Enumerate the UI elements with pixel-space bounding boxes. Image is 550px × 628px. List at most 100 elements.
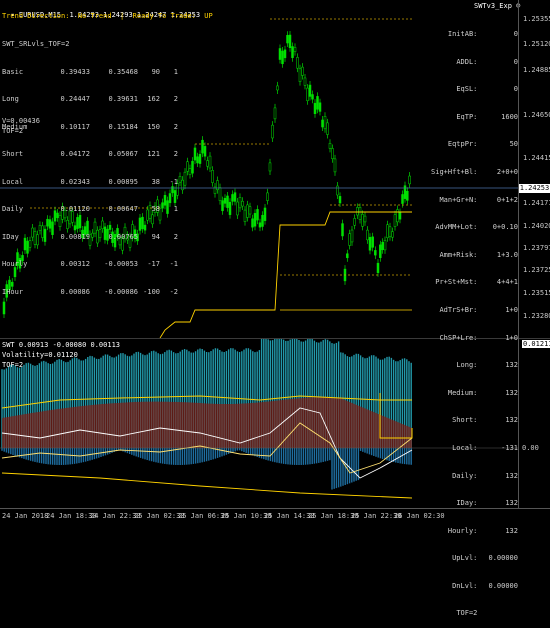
table-row: Daily 0.01120 0.00647 58 1 — [2, 205, 178, 213]
candle-body — [243, 209, 247, 222]
candle-body — [363, 215, 367, 223]
candle-body — [346, 253, 349, 259]
candle-body — [253, 213, 257, 227]
time-tick-label: 26 Jan 02:30 — [394, 512, 445, 520]
candle-body — [246, 204, 249, 218]
indicator-axis[interactable] — [518, 338, 550, 508]
srlvls-table: SWT_SRLvls_TOF=2 Basic 0.39433 0.35468 90 1 … — [2, 22, 178, 306]
panel-row: EqSL: 0 — [456, 85, 518, 94]
indicator-max-label: 0.01211 — [522, 340, 550, 348]
panel-row: Long: 132 — [456, 361, 518, 370]
panel-row: TOF=2 — [456, 609, 478, 618]
candle-body — [336, 185, 339, 196]
panel-row: Amm+Risk: 1+3.0 — [439, 250, 518, 259]
candle-body — [233, 192, 237, 202]
candle-body — [218, 187, 222, 201]
candle-body — [231, 194, 234, 202]
candle-body — [361, 214, 364, 227]
candle-body — [238, 197, 242, 209]
time-axis[interactable]: 24 Jan 2018 24 Jan 18:30 24 Jan 22:30 25… — [0, 508, 550, 524]
panel-row: Hourly: 132 — [447, 526, 518, 535]
panel-row: ADDL: 0 — [456, 57, 518, 66]
candle-body — [178, 176, 182, 183]
price-tick-label: 1.25355 — [523, 15, 550, 23]
srlvls-title: SWT_SRLvls_TOF=2 — [2, 40, 70, 48]
indicator-histogram — [1, 338, 412, 490]
panel-row: ChSP+Lre: 1+0 — [439, 333, 518, 342]
candle-body — [313, 102, 317, 114]
candle-body — [341, 223, 344, 237]
candle-body — [183, 171, 187, 186]
price-tick-label: 1.24171 — [523, 199, 550, 207]
candle-body — [401, 194, 404, 204]
table-row: Hourly 0.00312 -0.00053 -17 -1 — [2, 260, 178, 268]
indicator-tof: TOF=2 — [2, 361, 24, 369]
price-tick-label: 1.23280 — [523, 312, 550, 320]
panel-row: InitAB: 0 — [447, 30, 518, 38]
candle-body — [198, 153, 202, 164]
candle-body — [311, 94, 314, 100]
indicator-values: SWT 0.00913 -0.00080 0.00113 — [2, 341, 121, 349]
v-value: V=0.00436 — [2, 117, 40, 125]
candle-body — [268, 162, 272, 172]
candle-body — [303, 77, 307, 86]
table-row: Long 0.24447 0.39631 162 2 — [2, 95, 178, 103]
panel-row: DnLvl: 0.00000 — [452, 581, 518, 590]
candle-body — [283, 49, 287, 59]
tof-value: TOF=2 — [2, 127, 24, 135]
expert-panel: InitAB: 0 ADDL: 0 EqSL: 0 EqTP: 1600 EqtpPr:… — [420, 12, 518, 628]
candle-body — [350, 229, 354, 243]
time-tick-label: 25 Jan 02:30 — [134, 512, 185, 520]
price-tick-label: 1.23515 — [523, 289, 550, 297]
candle-body — [208, 155, 212, 169]
candle-body — [406, 190, 409, 201]
panel-row: EqtpPr: 50 — [447, 140, 518, 149]
candle-body — [331, 148, 334, 159]
candle-body — [321, 119, 324, 128]
time-tick-label: 24 Jan 18:30 — [46, 512, 97, 520]
table-row: IHour 0.00086 -0.00086 -100 -2 — [2, 287, 178, 296]
candle-body — [188, 168, 192, 175]
candle-body — [211, 170, 214, 183]
panel-row: UpLvl: 0.00000 — [452, 554, 518, 563]
time-tick-label: 24 Jan 22:30 — [90, 512, 141, 520]
candle-body — [338, 196, 342, 204]
candle-body — [226, 195, 229, 208]
panel-row: EqTP: 1600 — [456, 112, 518, 121]
candle-body — [248, 206, 252, 215]
panel-row: AdvMM+Lot: 0+0.10 — [435, 223, 518, 232]
candle-body — [379, 244, 382, 258]
candle-body — [386, 224, 389, 238]
candle-body — [256, 209, 259, 221]
candle-body — [306, 87, 309, 101]
candle-body — [261, 214, 264, 227]
candle-body — [323, 116, 327, 130]
candle-body — [333, 158, 337, 173]
candle-body — [223, 197, 227, 204]
candle-body — [388, 226, 392, 237]
price-tick-label: 1.25120 — [523, 40, 550, 48]
panel-row: Local: -131 — [452, 443, 518, 452]
table-row: Short 0.04172 0.05067 121 2 — [2, 150, 178, 158]
price-tick-label: 1.23725 — [523, 266, 550, 274]
indicator-zero-label: 0.00 — [522, 444, 539, 452]
candle-body — [203, 146, 207, 157]
panel-row: AdTrS+Br: 1+0 — [439, 305, 518, 314]
candle-body — [201, 139, 204, 154]
candle-body — [358, 207, 362, 220]
candle-body — [318, 102, 322, 112]
price-tick-label: 1.24650 — [523, 111, 550, 119]
candle-body — [366, 229, 369, 241]
candle-body — [251, 218, 254, 228]
candle-body — [376, 262, 380, 273]
candle-body — [221, 200, 224, 212]
candle-body — [186, 161, 189, 172]
price-tick-label: 1.24020 — [523, 222, 550, 230]
candle-body — [301, 66, 304, 76]
candle-body — [271, 124, 274, 139]
panel-row: Pr+St+Mst: 4+4+1 — [435, 278, 518, 287]
candle-body — [408, 175, 411, 185]
candle-body — [371, 236, 374, 248]
candle-body — [383, 240, 387, 251]
price-axis[interactable]: 1.25355 1.25120 1.24885 1.24650 1.24415 … — [518, 0, 550, 338]
